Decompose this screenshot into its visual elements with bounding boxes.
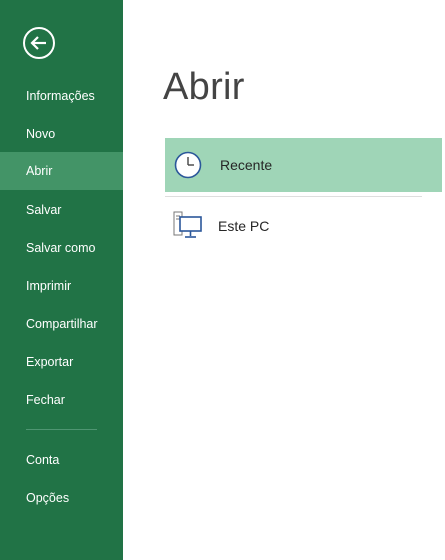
page-title: Abrir bbox=[163, 66, 245, 108]
menu-item-novo[interactable]: Novo bbox=[0, 115, 123, 153]
back-arrow-icon bbox=[30, 36, 46, 50]
menu-item-imprimir[interactable]: Imprimir bbox=[0, 267, 123, 305]
menu-item-informacoes[interactable]: Informações bbox=[0, 77, 123, 115]
backstage-sidebar: Informações Novo Abrir Salvar Salvar com… bbox=[0, 0, 123, 560]
menu-item-exportar[interactable]: Exportar bbox=[0, 343, 123, 381]
menu-item-opcoes[interactable]: Opções bbox=[0, 479, 123, 517]
sidebar-divider bbox=[26, 429, 97, 430]
place-label-este-pc: Este PC bbox=[218, 218, 270, 234]
place-recente[interactable]: Recente bbox=[165, 138, 442, 192]
back-button[interactable] bbox=[23, 27, 55, 59]
menu-item-salvar-como[interactable]: Salvar como bbox=[0, 229, 123, 267]
menu-item-abrir[interactable]: Abrir bbox=[0, 152, 123, 190]
places-divider bbox=[165, 196, 422, 197]
backstage-view: Informações Novo Abrir Salvar Salvar com… bbox=[0, 0, 445, 560]
menu-item-salvar[interactable]: Salvar bbox=[0, 191, 123, 229]
computer-icon bbox=[173, 211, 202, 238]
clock-icon bbox=[174, 151, 202, 179]
menu-item-compartilhar[interactable]: Compartilhar bbox=[0, 305, 123, 343]
menu-item-conta[interactable]: Conta bbox=[0, 441, 123, 479]
place-label-recente: Recente bbox=[220, 157, 273, 173]
menu-item-fechar[interactable]: Fechar bbox=[0, 381, 123, 419]
main-panel: Abrir Recente Este PC bbox=[123, 0, 445, 560]
place-este-pc[interactable]: Este PC bbox=[165, 199, 442, 253]
